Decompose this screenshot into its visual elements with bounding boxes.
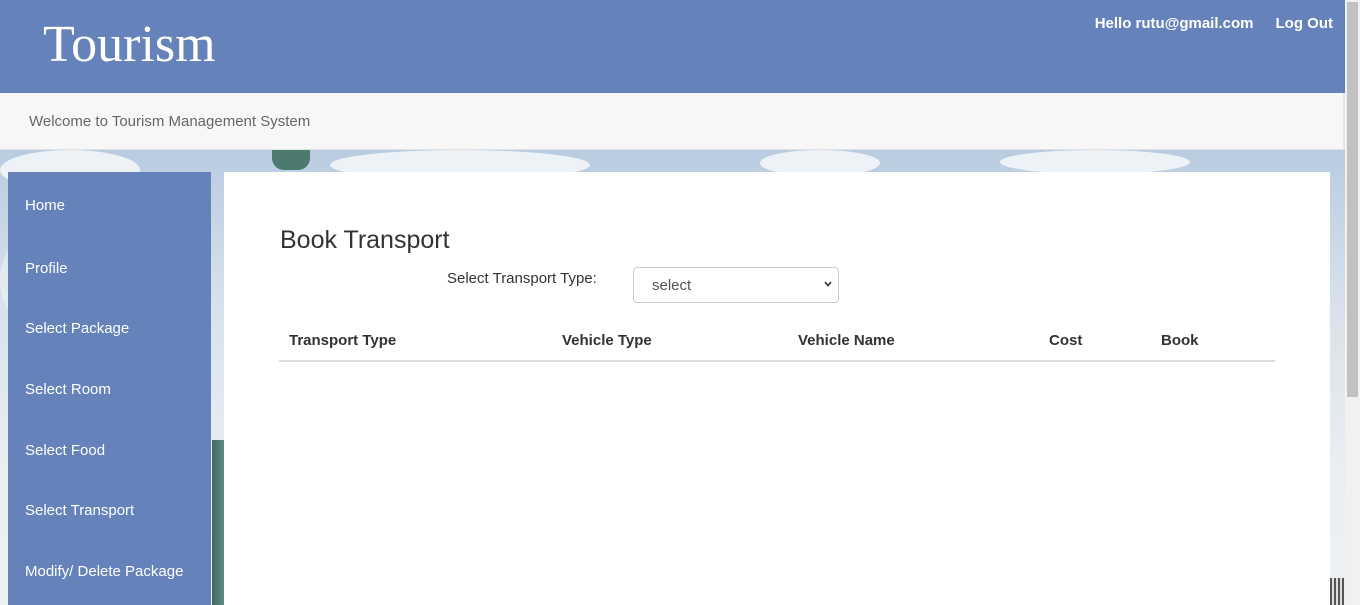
transport-type-select-value: select	[652, 277, 692, 294]
user-greeting-link[interactable]: Hello rutu@gmail.com	[1095, 15, 1254, 32]
column-header-transport-type: Transport Type	[289, 332, 397, 349]
user-nav: Hello rutu@gmail.com Log Out	[1095, 15, 1333, 32]
resize-grip-icon	[1330, 578, 1344, 605]
sidebar-item-profile[interactable]: Profile	[8, 238, 211, 299]
column-header-book: Book	[1161, 332, 1199, 349]
main-panel: Book Transport Select Transport Type: se…	[224, 172, 1330, 605]
welcome-bar: Welcome to Tourism Management System	[0, 93, 1343, 150]
sidebar-item-select-room[interactable]: Select Room	[8, 359, 211, 420]
welcome-text: Welcome to Tourism Management System	[29, 113, 311, 130]
sidebar-item-select-food[interactable]: Select Food	[8, 420, 211, 481]
statue-decoration	[272, 150, 310, 170]
column-header-cost: Cost	[1049, 332, 1083, 349]
page-title: Book Transport	[280, 226, 450, 254]
chevron-down-icon	[824, 281, 832, 287]
sidebar-item-select-package[interactable]: Select Package	[8, 299, 211, 360]
sidebar-item-home[interactable]: Home	[8, 172, 211, 238]
scrollbar-thumb[interactable]	[1347, 2, 1358, 397]
site-logo[interactable]: Tourism	[43, 14, 216, 76]
transport-type-label: Select Transport Type:	[447, 270, 597, 287]
sidebar-item-modify-delete-package[interactable]: Modify/ Delete Package	[8, 541, 211, 602]
statue-body-decoration	[212, 440, 224, 605]
column-header-vehicle-name: Vehicle Name	[798, 332, 895, 349]
logout-link[interactable]: Log Out	[1276, 15, 1333, 32]
column-header-vehicle-type: Vehicle Type	[562, 332, 652, 349]
top-header: Tourism Hello rutu@gmail.com Log Out	[0, 0, 1345, 93]
sidebar-item-select-transport[interactable]: Select Transport	[8, 480, 211, 541]
transport-table-header: Transport Type Vehicle Type Vehicle Name…	[279, 322, 1275, 362]
sidebar: Home Profile Select Package Select Room …	[8, 172, 211, 605]
transport-type-select[interactable]: select	[633, 267, 839, 303]
page-scrollbar[interactable]	[1345, 0, 1360, 605]
